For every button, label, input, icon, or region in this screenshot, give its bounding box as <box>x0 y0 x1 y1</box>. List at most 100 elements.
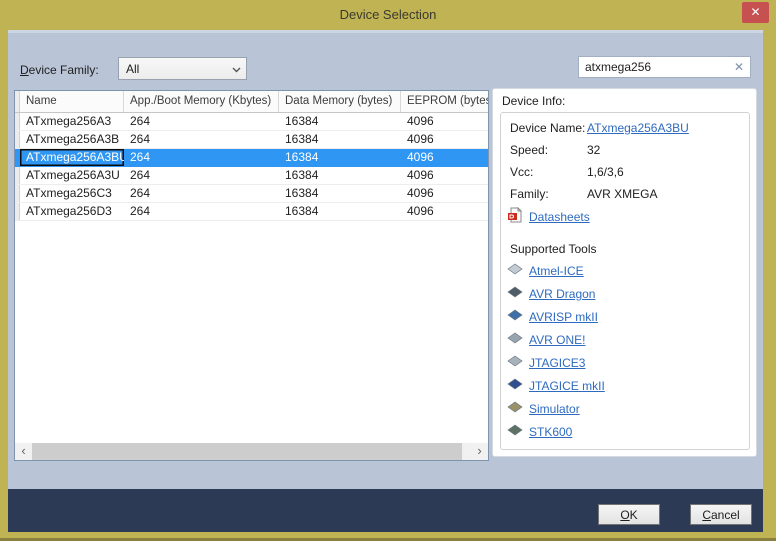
column-header[interactable]: App./Boot Memory (Kbytes) <box>124 91 279 112</box>
table-cell: 264 <box>124 203 279 220</box>
device-info-box: Device Name:ATxmega256A3BU Speed:32 Vcc:1,… <box>500 112 750 450</box>
device-family-value: All <box>119 62 226 76</box>
table-cell: ATxmega256D3 <box>20 203 124 220</box>
info-label: Device Name: <box>510 121 587 137</box>
device-fields: Device Name:ATxmega256A3BU Speed:32 Vcc:1,… <box>510 121 745 203</box>
table-cell: 16384 <box>279 203 401 220</box>
table-cell: 264 <box>124 131 279 148</box>
jtagice-mkii-icon <box>507 377 529 395</box>
table-row[interactable]: ATxmega256D3264163844096 <box>15 203 488 221</box>
table-cell: 264 <box>124 113 279 130</box>
info-row: Speed:32 <box>510 143 745 159</box>
column-header[interactable]: Data Memory (bytes) <box>279 91 401 112</box>
window-title: Device Selection <box>0 0 776 29</box>
device-info-title: Device Info: <box>502 94 756 108</box>
jtagice3-icon <box>507 354 529 372</box>
datasheets-row: Datasheets <box>510 209 745 225</box>
tool-link[interactable]: JTAGICE3 <box>529 356 585 370</box>
avr-dragon-icon <box>507 285 529 303</box>
info-value: 1,6/3,6 <box>587 165 624 181</box>
table-row[interactable]: ATxmega256C3264163844096 <box>15 185 488 203</box>
scroll-left-button[interactable]: ‹ <box>15 443 32 460</box>
ok-button[interactable]: OK <box>598 504 660 525</box>
table-cell: 16384 <box>279 113 401 130</box>
column-header[interactable]: Name <box>20 91 124 112</box>
table-cell: ATxmega256A3U <box>20 167 124 184</box>
chevron-down-icon <box>226 60 246 78</box>
tool-row: AVRISP mkII <box>510 309 745 325</box>
search-input[interactable] <box>579 57 728 77</box>
table-cell: ATxmega256A3 <box>20 113 124 130</box>
column-header[interactable]: EEPROM (bytes) <box>401 91 488 112</box>
atmel-ice-icon <box>507 262 529 280</box>
device-family-select[interactable]: All <box>118 57 247 80</box>
tool-row: JTAGICE3 <box>510 355 745 371</box>
device-grid-body: ATxmega256A3264163844096ATxmega256A3B264… <box>15 113 488 443</box>
info-row: Family:AVR XMEGA <box>510 187 745 203</box>
table-cell: ATxmega256C3 <box>20 185 124 202</box>
table-row[interactable]: ATxmega256A3BU264163844096 <box>15 149 488 167</box>
table-cell: 264 <box>124 185 279 202</box>
footer-bar: OK Cancel <box>8 489 763 532</box>
cancel-button[interactable]: Cancel <box>690 504 752 525</box>
tool-row: STK600 <box>510 424 745 440</box>
info-row: Device Name:ATxmega256A3BU <box>510 121 745 137</box>
tool-link[interactable]: JTAGICE mkII <box>529 379 605 393</box>
device-grid: NameApp./Boot Memory (Kbytes)Data Memory… <box>14 90 489 461</box>
datasheets-link[interactable]: Datasheets <box>529 210 590 224</box>
tools-list: Atmel-ICE AVR Dragon AVRISP mkII AVR ONE! JT… <box>510 263 745 440</box>
info-value: AVR XMEGA <box>587 187 657 203</box>
info-row: Vcc:1,6/3,6 <box>510 165 745 181</box>
device-name-link[interactable]: ATxmega256A3BU <box>587 121 689 137</box>
table-row[interactable]: ATxmega256A3B264163844096 <box>15 131 488 149</box>
avr-one-icon <box>507 331 529 349</box>
table-cell: 264 <box>124 149 279 166</box>
stk600-icon <box>507 423 529 441</box>
device-info-panel: Device Info: Device Name:ATxmega256A3BUS… <box>492 88 757 457</box>
table-cell: 16384 <box>279 131 401 148</box>
table-cell: 4096 <box>401 185 488 202</box>
tool-link[interactable]: Atmel-ICE <box>529 264 584 278</box>
tool-link[interactable]: Simulator <box>529 402 580 416</box>
table-cell: ATxmega256A3BU <box>20 149 124 166</box>
dialog-content: Device Family: All ✕ NameApp./Boot Memor… <box>8 30 763 489</box>
device-grid-header: NameApp./Boot Memory (Kbytes)Data Memory… <box>15 91 488 113</box>
close-icon: ✕ <box>750 5 760 19</box>
pdf-icon <box>507 207 529 228</box>
supported-tools-title: Supported Tools <box>510 242 745 256</box>
tool-row: AVR Dragon <box>510 286 745 302</box>
table-cell: 16384 <box>279 167 401 184</box>
simulator-icon <box>507 400 529 418</box>
table-cell: 4096 <box>401 113 488 130</box>
table-cell: 264 <box>124 167 279 184</box>
table-cell: ATxmega256A3B <box>20 131 124 148</box>
table-cell: 4096 <box>401 167 488 184</box>
clear-search-icon[interactable]: ✕ <box>728 60 750 74</box>
tool-row: JTAGICE mkII <box>510 378 745 394</box>
close-button[interactable]: ✕ <box>742 2 769 23</box>
tool-row: Simulator <box>510 401 745 417</box>
table-row[interactable]: ATxmega256A3264163844096 <box>15 113 488 131</box>
tool-link[interactable]: AVRISP mkII <box>529 310 598 324</box>
table-row[interactable]: ATxmega256A3U264163844096 <box>15 167 488 185</box>
table-cell: 4096 <box>401 131 488 148</box>
tool-link[interactable]: AVR Dragon <box>529 287 595 301</box>
info-label: Family: <box>510 187 587 203</box>
avrisp-mkii-icon <box>507 308 529 326</box>
tool-row: Atmel-ICE <box>510 263 745 279</box>
table-cell: 16384 <box>279 149 401 166</box>
titlebar: Device Selection ✕ <box>0 0 776 30</box>
scrollbar-thumb[interactable] <box>32 443 462 460</box>
info-label: Speed: <box>510 143 587 159</box>
scroll-right-button[interactable]: › <box>471 443 488 460</box>
device-family-label: Device Family: <box>20 63 99 77</box>
table-cell: 16384 <box>279 185 401 202</box>
tool-link[interactable]: STK600 <box>529 425 572 439</box>
table-cell: 4096 <box>401 203 488 220</box>
table-cell: 4096 <box>401 149 488 166</box>
info-label: Vcc: <box>510 165 587 181</box>
device-selection-dialog: Device Selection ✕ Device Family: All ✕ … <box>0 0 776 541</box>
search-box: ✕ <box>578 56 751 78</box>
tool-link[interactable]: AVR ONE! <box>529 333 585 347</box>
horizontal-scrollbar[interactable]: ‹ › <box>15 443 488 460</box>
